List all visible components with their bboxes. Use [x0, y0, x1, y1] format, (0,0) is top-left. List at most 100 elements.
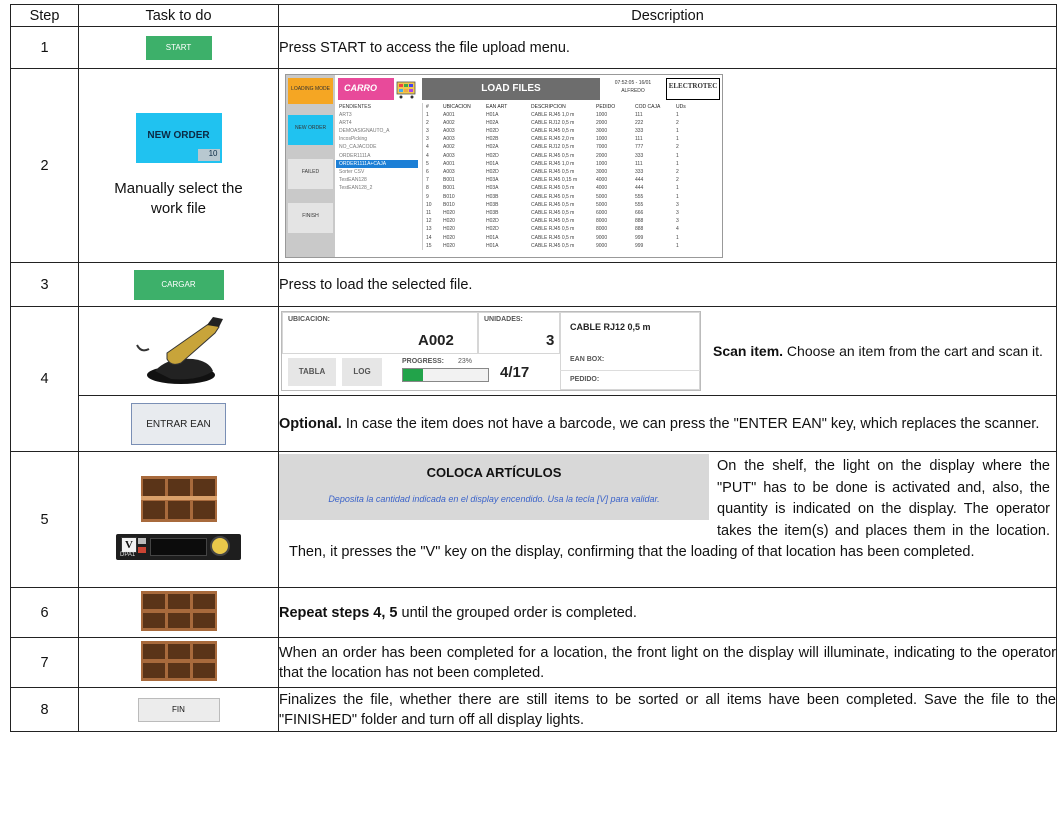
screen-user: ALFREDO [621, 87, 645, 94]
coloca-title: COLOCA ARTÍCULOS [426, 465, 562, 480]
ubicacion-value: A002 [418, 332, 454, 349]
grid-row: 11 H020 H03B CABLE RJ45 0,5 m 6000 666 3 [426, 209, 679, 216]
screen-title: LOAD FILES [422, 77, 600, 100]
grid-row: 2 A002 H02A CABLE RJ12 0,5 m 2000 222 2 [426, 119, 679, 126]
file-list-item[interactable]: ART4 [336, 119, 418, 127]
grid-row: 1 A001 H01A CABLE RJ45 1,0 m 1000 111 1 [426, 111, 679, 118]
scan-screen: UBICACION: A002 UNIDADES: 3 CABLE RJ12 0… [281, 311, 701, 391]
brand-logo: ELECTROTEC [666, 77, 720, 100]
row-step-2: 2 NEW ORDER 10 Manually select the work … [10, 68, 1057, 263]
shelf-icon [140, 640, 217, 681]
step-description: When an order has been completed for a l… [278, 637, 1057, 688]
step-description: Scan item. Choose an item from the cart … [713, 343, 1043, 359]
grid-row: 4 A002 H02A CABLE RJ12 0,5 m 7000 777 2 [426, 144, 679, 151]
new-order-button[interactable]: NEW ORDER 10 [135, 112, 222, 163]
row-step-4: 4 UBICACION: A002 UNIDADES: 3 CABLE RJ12… [10, 306, 1057, 452]
unidades-value: 3 [546, 332, 555, 349]
shelf-icon [140, 590, 217, 631]
header-step: Step [10, 4, 79, 27]
step-description: Press START to access the file upload me… [278, 26, 1057, 69]
grid-row: 3 A003 H02B CABLE RJ45 2,0 m 1000 111 1 [426, 136, 679, 143]
grid-row: 7 B001 H03A CABLE RJ45 0,15 m 4000 444 2 [426, 177, 679, 184]
step-description: Repeat steps 4, 5 until the grouped orde… [278, 587, 1057, 638]
fin-button[interactable]: FIN [137, 697, 220, 722]
display-id: DPA1 [120, 551, 136, 558]
step-number: 4 [10, 306, 79, 452]
file-list-item[interactable]: TestEAN128 [336, 176, 418, 184]
grid-row: 9 B010 H03B CABLE RJ45 0,5 m 5000 555 1 [426, 193, 679, 200]
screen-time: 07:52:05 - 16/01 [614, 79, 652, 86]
order-count-badge: 10 [197, 148, 220, 161]
row-step-8: 8 FIN Finalizes the file, whether there … [10, 687, 1057, 732]
step-description: Finalizes the file, whether there are st… [278, 687, 1057, 732]
file-list-item[interactable]: DEMOASIGNAUTO_A [336, 127, 418, 135]
step-caption: Manually select the work file [114, 179, 243, 217]
item-description: CABLE RJ12 0,5 m [570, 322, 651, 332]
step-number: 2 [10, 68, 79, 263]
barcode-scanner-icon [135, 317, 223, 384]
grid-row: 6 A003 H02D CABLE RJ45 0,5 m 3000 333 2 [426, 169, 679, 175]
files-header: PENDIENTES [339, 103, 371, 110]
step-number: 8 [10, 687, 79, 732]
put-display-device: V DPA1 [116, 533, 241, 560]
header-description: Description [278, 4, 1057, 27]
step-number: 1 [10, 26, 79, 69]
grid-row: 4 A003 H02D CABLE RJ45 0,5 m 2000 333 1 [426, 152, 679, 159]
cart-label: CARRO [338, 77, 394, 100]
grid-row: 13 H020 H02D CABLE RJ45 0,5 m 8000 888 4 [426, 226, 679, 233]
tabla-button[interactable]: TABLA [288, 358, 336, 386]
coloca-instruction: Deposita la cantidad indicada en el disp… [328, 494, 660, 504]
grid-row: 3 A003 H02D CABLE RJ45 0,5 m 3000 333 1 [426, 128, 679, 135]
file-list-item[interactable]: TestEAN128_2 [336, 184, 418, 192]
load-files-screen: LOADING MODE NEW ORDER FAILED FINISH CAR… [285, 73, 723, 258]
grid-row: 12 H020 H02D CABLE RJ45 0,5 m 8000 888 3 [426, 218, 679, 225]
grid-row: 8 B001 H03A CABLE RJ45 0,5 m 4000 444 1 [426, 185, 679, 192]
cart-icon [396, 81, 416, 98]
log-button[interactable]: LOG [342, 358, 382, 386]
coloca-panel: COLOCA ARTÍCULOS Deposita la cantidad in… [279, 454, 709, 520]
start-button[interactable]: START [145, 35, 212, 60]
pending-files-list: PENDIENTES ART3 ART4 DEMOASIGNAUTO_A IncosP… [336, 103, 418, 193]
grid-row: 14 H020 H01A CABLE RJ45 0,5 m 9000 999 1 [426, 234, 679, 241]
file-list-item[interactable]: Sorter CSV [336, 168, 418, 176]
row-step-7: 7 When an order has been completed for a… [10, 637, 1057, 688]
row-step-6: 6 Repeat steps 4, 5 until the grouped or… [10, 587, 1057, 638]
ubicacion-label: UBICACION: [288, 316, 330, 323]
side-new-order-button[interactable]: NEW ORDER [288, 114, 333, 145]
step-number: 7 [10, 637, 79, 688]
file-list-item[interactable]: IncosPicking [336, 135, 418, 143]
pedido-label: PEDIDO: [570, 376, 600, 383]
progress-percent: 23% [458, 358, 473, 365]
row-step-3: 3 CARGAR Press to load the selected file… [10, 262, 1057, 307]
cargar-button[interactable]: CARGAR [133, 269, 224, 300]
row-step-1: 1 START Press START to access the file u… [10, 26, 1057, 69]
display-light-button[interactable] [210, 535, 230, 556]
row-step-4-optional: ENTRAR EAN Optional. In case the item do… [11, 395, 1057, 452]
step-number: 6 [10, 587, 79, 638]
header-task: Task to do [78, 4, 279, 27]
row-step-5: 5 V DPA1 COLOCA ARTÍCULOS Deposita la ca… [10, 451, 1057, 588]
file-list-item[interactable]: ART3 [336, 111, 418, 119]
side-failed-button[interactable]: FAILED [288, 158, 333, 189]
side-finish-button[interactable]: FINISH [288, 202, 333, 233]
grid-header-row: # UBICACION EAN ART DESCRIPCION PEDIDO COD CA… [426, 103, 686, 110]
file-list-item[interactable]: NO_CAJACODE [336, 143, 418, 151]
grid-row: 5 A001 H01A CABLE RJ45 1,0 m 1000 111 1 [426, 160, 679, 167]
ean-box-label: EAN BOX: [570, 356, 605, 363]
grid-row: 10 B010 H03B CABLE RJ45 0,5 m 5000 555 3 [426, 201, 679, 208]
procedure-table: Step Task to do Description 1 START Pres… [10, 4, 1057, 732]
step-description: Press to load the selected file. [278, 262, 1057, 307]
step-number: 3 [10, 262, 79, 307]
file-content-grid: # UBICACION EAN ART DESCRIPCION PEDIDO COD CA… [422, 102, 721, 250]
progress-label: PROGRESS: [402, 358, 445, 365]
progress-bar [402, 368, 489, 382]
file-list-item[interactable]: ORDER1111A+CAJA [336, 159, 418, 168]
unidades-label: UNIDADES: [484, 316, 523, 323]
display-screen [150, 537, 207, 556]
file-list-item[interactable]: ORDER1111A [336, 152, 418, 160]
validate-key[interactable]: V [121, 536, 137, 553]
entrar-ean-button[interactable]: ENTRAR EAN [131, 402, 226, 445]
step-number: 5 [10, 451, 79, 588]
header-row: Step Task to do Description [10, 4, 1057, 27]
loading-mode-indicator: LOADING MODE [288, 77, 333, 104]
